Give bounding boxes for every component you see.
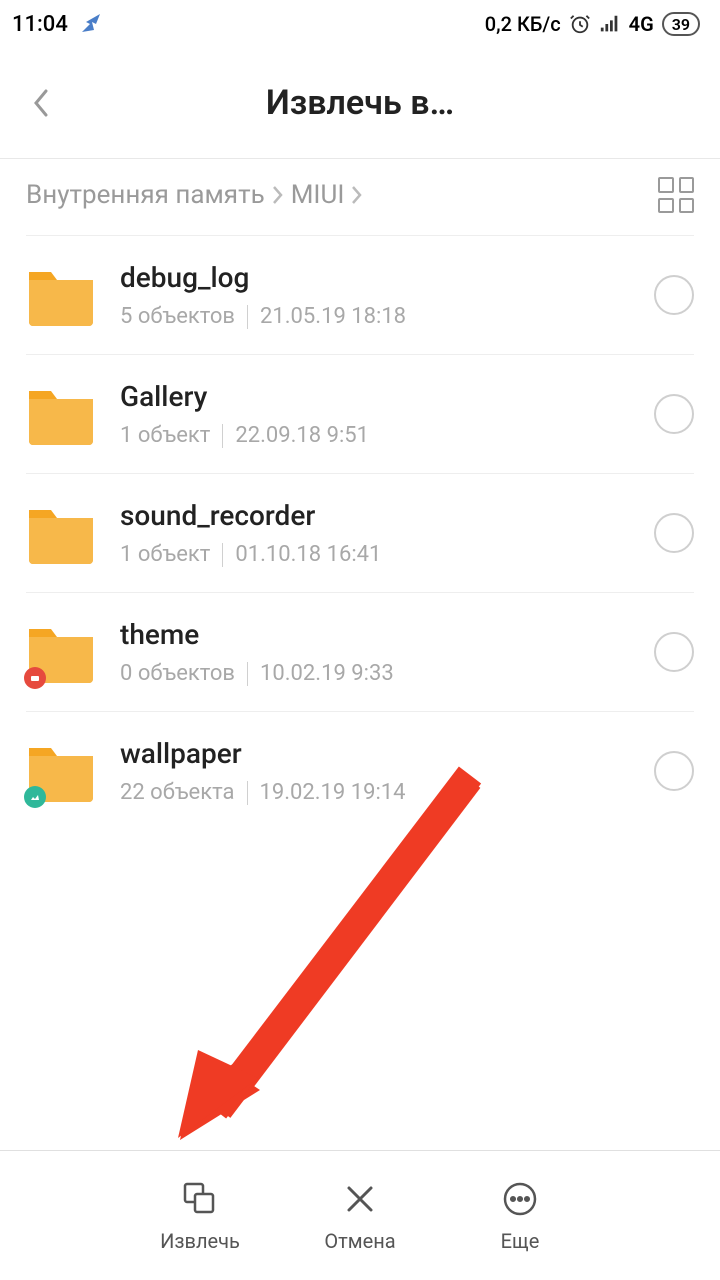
page-title: Извлечь в… [20, 83, 700, 123]
folder-name: wallpaper [120, 737, 630, 770]
gallery-badge-icon [24, 786, 46, 808]
status-bar: 11:04 0,2 КБ/с 4G 39 [0, 0, 720, 48]
select-radio[interactable] [654, 632, 694, 672]
alarm-icon [569, 13, 591, 35]
folder-count: 1 объект [120, 423, 210, 448]
breadcrumb[interactable]: Внутренняя память MIUI [26, 180, 364, 210]
separator [222, 543, 223, 567]
separator [247, 781, 248, 805]
folder-row[interactable]: debug_log 5 объектов 21.05.19 18:18 [26, 235, 694, 355]
signal-icon [599, 13, 621, 35]
separator [247, 662, 248, 686]
folder-row[interactable]: wallpaper 22 объекта 19.02.19 19:14 [26, 712, 694, 830]
folder-name: debug_log [120, 261, 630, 294]
chevron-right-icon [350, 184, 364, 206]
folder-icon [26, 498, 96, 568]
cancel-label: Отмена [324, 1229, 395, 1253]
extract-icon [180, 1179, 220, 1219]
breadcrumb-row: Внутренняя память MIUI [0, 159, 720, 235]
folder-count: 22 объекта [120, 780, 235, 805]
select-radio[interactable] [654, 513, 694, 553]
folder-date: 10.02.19 9:33 [260, 661, 394, 686]
select-radio[interactable] [654, 751, 694, 791]
folder-date: 19.02.19 19:14 [260, 780, 406, 805]
app-header: Извлечь в… [0, 48, 720, 158]
folder-row[interactable]: theme 0 объектов 10.02.19 9:33 [26, 593, 694, 712]
network-type: 4G [629, 12, 654, 36]
cancel-button[interactable]: Отмена [310, 1179, 410, 1253]
more-icon [500, 1179, 540, 1219]
theme-badge-icon [24, 667, 46, 689]
chevron-right-icon [271, 184, 285, 206]
data-rate: 0,2 КБ/с [485, 12, 561, 36]
battery-indicator: 39 [662, 12, 700, 36]
separator [247, 305, 248, 329]
folder-icon [26, 260, 96, 330]
back-button[interactable] [22, 83, 62, 123]
folder-count: 5 объектов [120, 304, 235, 329]
app-notification-icon [80, 12, 104, 36]
more-button[interactable]: Еще [470, 1179, 570, 1253]
close-icon [340, 1179, 380, 1219]
folder-name: Gallery [120, 380, 630, 413]
folder-date: 21.05.19 18:18 [260, 304, 406, 329]
folder-date: 22.09.18 9:51 [235, 423, 369, 448]
folder-icon [26, 379, 96, 449]
crumb-root[interactable]: Внутренняя память [26, 180, 265, 210]
folder-row[interactable]: sound_recorder 1 объект 01.10.18 16:41 [26, 474, 694, 593]
folder-name: sound_recorder [120, 499, 630, 532]
folder-row[interactable]: Gallery 1 объект 22.09.18 9:51 [26, 355, 694, 474]
select-radio[interactable] [654, 275, 694, 315]
select-radio[interactable] [654, 394, 694, 434]
more-label: Еще [501, 1229, 540, 1253]
extract-button[interactable]: Извлечь [150, 1179, 250, 1253]
grid-view-button[interactable] [658, 177, 694, 213]
clock: 11:04 [12, 12, 68, 37]
separator [222, 424, 223, 448]
folder-icon [26, 617, 96, 687]
extract-label: Извлечь [160, 1229, 240, 1253]
folder-icon [26, 736, 96, 806]
file-list: debug_log 5 объектов 21.05.19 18:18 Gall… [0, 235, 720, 830]
crumb-folder[interactable]: MIUI [291, 180, 345, 210]
folder-name: theme [120, 618, 630, 651]
bottom-toolbar: Извлечь Отмена Еще [0, 1150, 720, 1280]
folder-date: 01.10.18 16:41 [235, 542, 381, 567]
folder-count: 1 объект [120, 542, 210, 567]
folder-count: 0 объектов [120, 661, 235, 686]
